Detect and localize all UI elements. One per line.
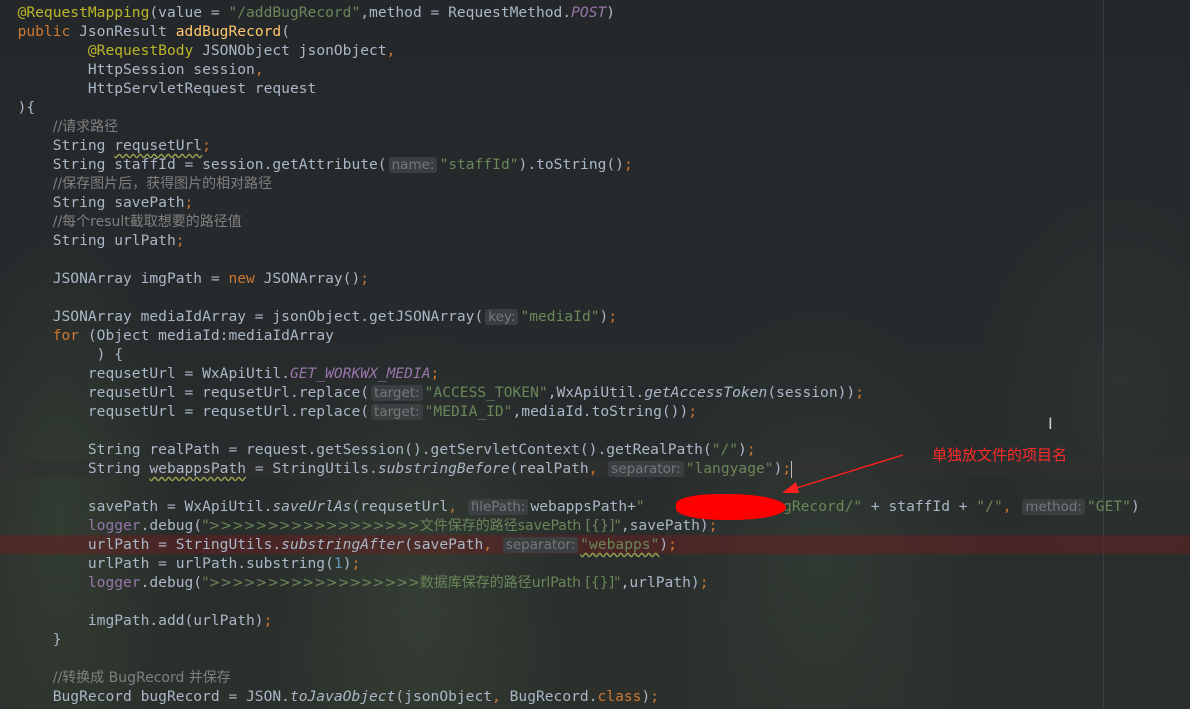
annotation-arrow	[782, 454, 904, 493]
annotation-label: 单独放文件的项目名	[932, 446, 1068, 464]
mouse-ibeam-icon: Ⅰ	[1048, 414, 1053, 433]
